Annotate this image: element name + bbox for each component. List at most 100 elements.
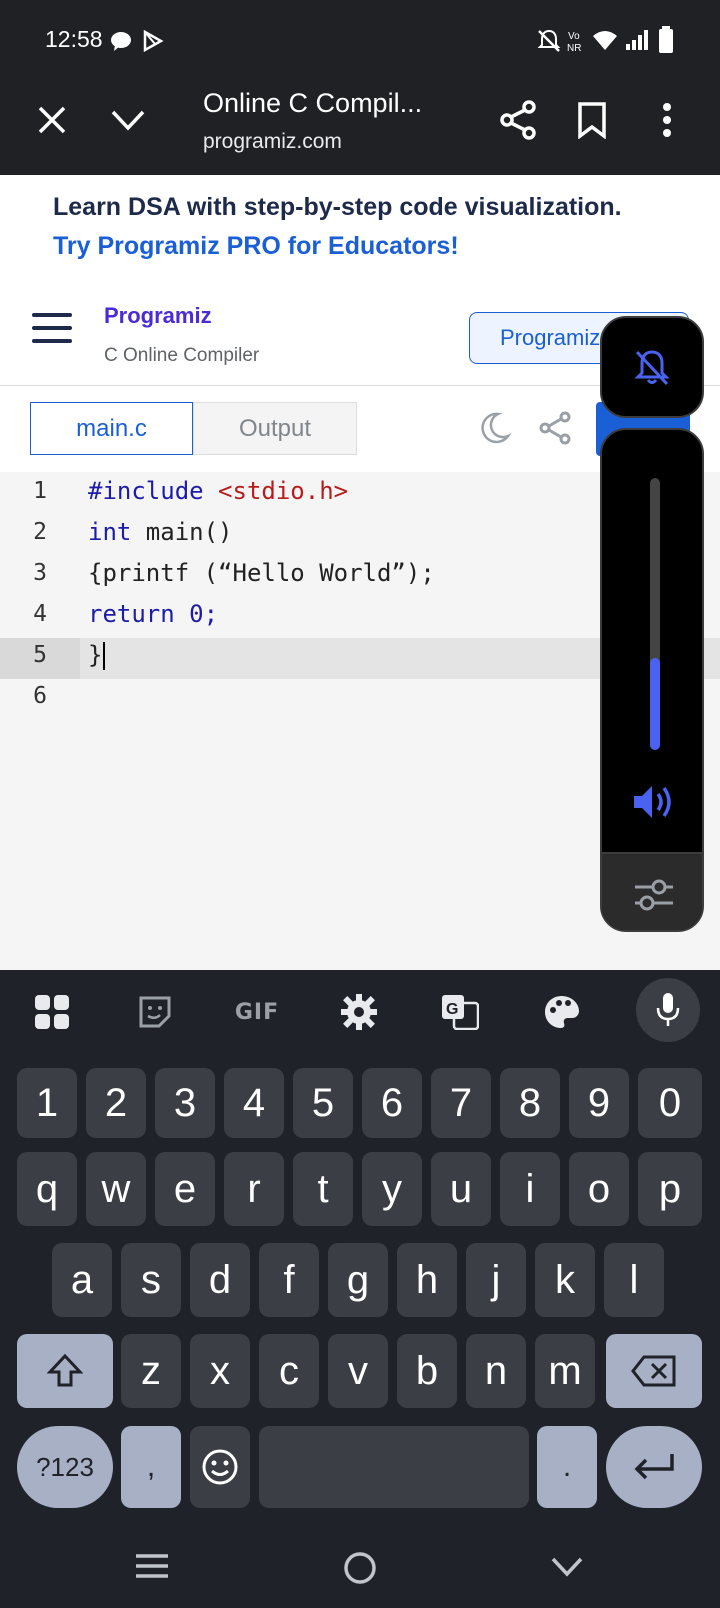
gif-icon: GIF bbox=[234, 999, 280, 1025]
code-line[interactable]: int main() bbox=[88, 518, 233, 546]
dark-mode-button[interactable] bbox=[472, 406, 516, 450]
close-tab-button[interactable] bbox=[30, 98, 74, 142]
key-r[interactable]: r bbox=[224, 1152, 284, 1226]
key-o[interactable]: o bbox=[569, 1152, 629, 1226]
key-8[interactable]: 8 bbox=[500, 1068, 560, 1138]
theme-button[interactable] bbox=[540, 990, 584, 1034]
backspace-key[interactable] bbox=[606, 1334, 702, 1408]
line-number: 1 bbox=[33, 478, 47, 504]
nav-home-button[interactable] bbox=[342, 1550, 378, 1591]
key-f[interactable]: f bbox=[259, 1243, 319, 1317]
menu-icon-bar bbox=[32, 313, 72, 317]
code-token: {printf (“Hello World”); bbox=[88, 559, 435, 587]
page-domain: programiz.com bbox=[203, 130, 342, 153]
key-9[interactable]: 9 bbox=[569, 1068, 629, 1138]
key-5[interactable]: 5 bbox=[293, 1068, 353, 1138]
sticker-button[interactable] bbox=[133, 990, 177, 1034]
promo-link[interactable]: Try Programiz PRO for Educators! bbox=[53, 232, 459, 261]
volume-settings-button[interactable] bbox=[602, 852, 702, 930]
keyboard-apps-button[interactable] bbox=[30, 990, 74, 1034]
key-h[interactable]: h bbox=[397, 1243, 457, 1317]
apps-icon bbox=[35, 995, 69, 1029]
key-k[interactable]: k bbox=[535, 1243, 595, 1317]
battery-icon bbox=[659, 26, 673, 53]
code-line[interactable]: return 0; bbox=[88, 600, 218, 628]
key-p[interactable]: p bbox=[638, 1152, 702, 1226]
keyboard-settings-button[interactable] bbox=[337, 990, 381, 1034]
key-i[interactable]: i bbox=[500, 1152, 560, 1226]
menu-icon-bar bbox=[32, 339, 72, 343]
code-line[interactable]: } bbox=[88, 641, 106, 670]
minimize-tab-button[interactable] bbox=[106, 98, 150, 142]
close-icon bbox=[38, 106, 66, 134]
shift-key[interactable] bbox=[17, 1334, 113, 1408]
key-u[interactable]: u bbox=[431, 1152, 491, 1226]
key-z[interactable]: z bbox=[121, 1334, 181, 1408]
status-time: 12:58 bbox=[45, 26, 103, 52]
key-m[interactable]: m bbox=[535, 1334, 595, 1408]
key-3[interactable]: 3 bbox=[155, 1068, 215, 1138]
tab-main-c[interactable]: main.c bbox=[30, 402, 193, 455]
moon-icon bbox=[481, 412, 512, 444]
signal-icon bbox=[626, 30, 648, 50]
code-line[interactable]: {printf (“Hello World”); bbox=[88, 559, 435, 587]
period-key[interactable]: . bbox=[537, 1426, 597, 1508]
backspace-icon bbox=[631, 1355, 676, 1387]
emoji-key[interactable] bbox=[190, 1426, 250, 1508]
line-number: 5 bbox=[33, 642, 47, 668]
symbols-key[interactable]: ?123 bbox=[17, 1426, 113, 1508]
more-vert-icon bbox=[663, 103, 671, 137]
key-c[interactable]: c bbox=[259, 1334, 319, 1408]
enter-key[interactable] bbox=[606, 1426, 702, 1508]
volume-slider-fill bbox=[650, 658, 660, 750]
key-t[interactable]: t bbox=[293, 1152, 353, 1226]
overflow-menu-button[interactable] bbox=[645, 98, 689, 142]
code-line[interactable]: #include <stdio.h> bbox=[88, 477, 348, 505]
key-v[interactable]: v bbox=[328, 1334, 388, 1408]
key-e[interactable]: e bbox=[155, 1152, 215, 1226]
line-number: 4 bbox=[33, 601, 47, 627]
gif-button[interactable]: GIF bbox=[232, 990, 282, 1034]
key-1[interactable]: 1 bbox=[17, 1068, 77, 1138]
line-number: 2 bbox=[33, 519, 47, 545]
share-page-button[interactable] bbox=[496, 98, 540, 142]
hamburger-menu-button[interactable] bbox=[32, 313, 72, 347]
translate-button[interactable]: G bbox=[438, 990, 482, 1034]
key-l[interactable]: l bbox=[604, 1243, 664, 1317]
enter-icon bbox=[634, 1454, 674, 1480]
key-y[interactable]: y bbox=[362, 1152, 422, 1226]
programiz-logo[interactable]: Programiz bbox=[104, 303, 212, 329]
bookmark-button[interactable] bbox=[570, 98, 614, 142]
key-d[interactable]: d bbox=[190, 1243, 250, 1317]
key-b[interactable]: b bbox=[397, 1334, 457, 1408]
key-4[interactable]: 4 bbox=[224, 1068, 284, 1138]
nav-hide-keyboard-button[interactable] bbox=[550, 1556, 584, 1583]
key-g[interactable]: g bbox=[328, 1243, 388, 1317]
code-token: } bbox=[88, 641, 103, 669]
space-key[interactable] bbox=[259, 1426, 529, 1508]
tab-output[interactable]: Output bbox=[193, 402, 357, 455]
key-s[interactable]: s bbox=[121, 1243, 181, 1317]
key-q[interactable]: q bbox=[17, 1152, 77, 1226]
key-7[interactable]: 7 bbox=[431, 1068, 491, 1138]
key-w[interactable]: w bbox=[86, 1152, 146, 1226]
code-token: #include bbox=[88, 477, 219, 505]
ringer-mode-button[interactable] bbox=[600, 316, 704, 418]
key-6[interactable]: 6 bbox=[362, 1068, 422, 1138]
share-code-button[interactable] bbox=[533, 406, 577, 450]
voice-input-button[interactable] bbox=[636, 978, 700, 1042]
comma-key[interactable]: , bbox=[121, 1426, 181, 1508]
key-n[interactable]: n bbox=[466, 1334, 526, 1408]
code-token: <stdio.h> bbox=[218, 477, 349, 505]
wifi-icon bbox=[593, 31, 617, 50]
key-0[interactable]: 0 bbox=[638, 1068, 702, 1138]
nav-recents-button[interactable] bbox=[134, 1552, 170, 1585]
key-2[interactable]: 2 bbox=[86, 1068, 146, 1138]
key-a[interactable]: a bbox=[52, 1243, 112, 1317]
settings-icon bbox=[341, 994, 377, 1030]
key-x[interactable]: x bbox=[190, 1334, 250, 1408]
line-number: 3 bbox=[33, 560, 47, 586]
sliders-icon bbox=[635, 879, 673, 911]
sticker-icon bbox=[139, 996, 171, 1028]
key-j[interactable]: j bbox=[466, 1243, 526, 1317]
